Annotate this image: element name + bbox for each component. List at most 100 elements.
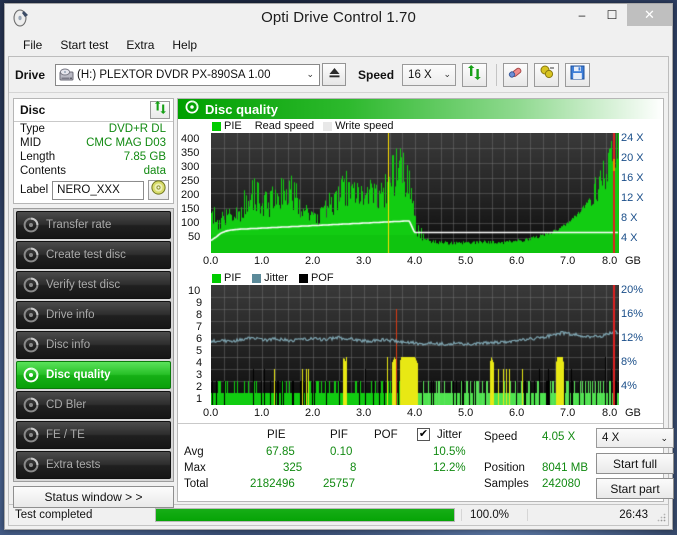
pif-plot-area[interactable] — [211, 285, 619, 405]
disc-key: Type — [20, 123, 45, 135]
save-button[interactable] — [565, 62, 591, 87]
sidebar-item-extra-tests[interactable]: Extra tests — [16, 451, 171, 479]
y-tick: 4 — [196, 357, 203, 369]
x-tick: 6.0 — [509, 255, 525, 267]
chevron-down-icon: ⌄ — [660, 432, 668, 443]
drive-icon — [59, 68, 74, 82]
jitter-checkbox[interactable]: ✔ — [417, 428, 430, 441]
stats-row-label: Max — [184, 462, 206, 474]
y-tick: 250 — [181, 175, 200, 187]
y2-tick: 4 X — [621, 232, 638, 244]
y-tick: 9 — [196, 297, 203, 309]
sidebar-item-disc-quality[interactable]: Disc quality — [16, 361, 171, 389]
y-tick: 350 — [181, 147, 200, 159]
disc-row-contents: Contents data — [14, 164, 173, 178]
y2-tick: 16% — [621, 308, 644, 320]
sidebar-item-verify-test-disc[interactable]: Verify test disc — [16, 271, 171, 299]
y2-tick: 12 X — [621, 192, 644, 204]
settings-button[interactable] — [534, 62, 560, 87]
y2-tick: 4% — [621, 380, 637, 392]
eject-button[interactable] — [322, 63, 347, 86]
close-button[interactable]: ✕ — [627, 4, 672, 26]
y2-tick: 24 X — [621, 132, 644, 144]
menu-bar: File Start test Extra Help — [5, 34, 672, 56]
legend-label: Write speed — [335, 120, 394, 132]
pie-chart-legend: PIE Read speed Write speed — [212, 120, 394, 132]
info-label-samples: Samples — [484, 478, 529, 490]
legend-item-write-speed: Write speed — [323, 120, 394, 132]
x-tick: 7.0 — [560, 255, 576, 267]
disc-label-input[interactable]: NERO_XXX — [52, 180, 144, 200]
legend-item-read-speed: Read speed — [255, 120, 314, 132]
legend-label: Jitter — [264, 272, 288, 284]
maximize-button[interactable]: ☐ — [597, 4, 627, 26]
test-speed-select[interactable]: 4 X ⌄ — [596, 428, 674, 448]
stats-total-pif: 25757 — [323, 478, 355, 490]
refresh-icon — [467, 64, 482, 85]
legend-swatch — [323, 121, 333, 131]
info-value-speed: 4.05 X — [542, 431, 576, 443]
legend-item-jitter: Jitter — [252, 272, 288, 284]
sidebar-item-fe-te[interactable]: FE / TE — [16, 421, 171, 449]
disc-label-key: Label — [20, 184, 49, 196]
drive-label: Drive — [15, 67, 46, 82]
main-split: Disc Type DVD+R DL MID CMC MAG D03 Lengt… — [9, 94, 674, 508]
sidebar-item-transfer-rate[interactable]: Transfer rate — [16, 211, 171, 239]
disc-label-row: Label NERO_XXX — [14, 178, 173, 203]
start-full-button[interactable]: Start full — [596, 453, 674, 474]
x-tick: 0.0 — [203, 255, 219, 267]
resize-grip-icon[interactable] — [656, 512, 666, 522]
legend-label: Read speed — [254, 120, 315, 132]
legend-item-pie: PIE — [212, 120, 242, 132]
statistics-panel: PIE PIF POF ✔ Jitter Avg 67.85 0.10 10.5… — [178, 423, 674, 501]
sidebar-item-label: FE / TE — [46, 429, 85, 441]
y-tick: 10 — [188, 285, 201, 297]
sidebar-item-create-test-disc[interactable]: Create test disc — [16, 241, 171, 269]
y2-tick: 20% — [621, 284, 644, 296]
speed-select[interactable]: 16 X ⌄ — [402, 63, 457, 86]
sidebar-item-cd-bler[interactable]: CD Bler — [16, 391, 171, 419]
sidebar-item-disc-info[interactable]: Disc info — [16, 331, 171, 359]
y-tick: 400 — [181, 133, 200, 145]
pif-chart: PIF Jitter POF 10 9 8 7 6 5 4 3 2 1 20% … — [178, 271, 663, 429]
stats-col-pif: PIF — [330, 429, 348, 441]
y-tick: 1 — [196, 393, 203, 405]
drive-select[interactable]: (H:) PLEXTOR DVDR PX-890SA 1.00 ⌄ — [55, 63, 321, 86]
disc-info-header: Disc — [14, 99, 173, 122]
disc-info-title: Disc — [20, 103, 46, 117]
menu-start-test[interactable]: Start test — [51, 36, 117, 54]
legend-swatch — [212, 121, 221, 131]
legend-swatch — [252, 273, 262, 283]
progress-fill — [156, 509, 454, 521]
erase-button[interactable] — [503, 62, 529, 87]
status-window-button[interactable]: Status window > > — [13, 486, 174, 508]
stats-col-jitter: Jitter — [437, 429, 462, 441]
menu-file[interactable]: File — [14, 36, 51, 54]
y2-tick: 16 X — [621, 172, 644, 184]
x-axis-unit: GB — [625, 407, 641, 419]
minimize-button[interactable]: – — [567, 4, 597, 26]
x-tick: 2.0 — [305, 255, 321, 267]
y-tick: 6 — [196, 333, 203, 345]
pie-chart: PIE Read speed Write speed 400 350 300 2… — [178, 119, 663, 271]
disc-label-button[interactable] — [148, 180, 169, 200]
disc-icon — [23, 247, 39, 263]
drive-select-value: (H:) PLEXTOR DVDR PX-890SA 1.00 — [77, 68, 271, 81]
disc-key: Length — [20, 151, 56, 163]
save-icon — [570, 65, 585, 85]
y2-tick: 20 X — [621, 152, 644, 164]
disc-icon — [23, 217, 39, 233]
cd-disc-icon — [151, 180, 166, 200]
plug-icon — [539, 64, 555, 85]
disc-value: DVD+R DL — [108, 123, 166, 135]
pie-plot-area[interactable] — [211, 133, 619, 253]
disc-icon — [23, 277, 39, 293]
sidebar-item-drive-info[interactable]: Drive info — [16, 301, 171, 329]
refresh-button[interactable] — [462, 62, 488, 87]
menu-extra[interactable]: Extra — [117, 36, 163, 54]
menu-help[interactable]: Help — [163, 36, 206, 54]
disc-refresh-button[interactable] — [150, 101, 170, 119]
start-part-button[interactable]: Start part — [596, 478, 674, 499]
disc-key: Contents — [20, 165, 67, 177]
disc-info-box: Disc Type DVD+R DL MID CMC MAG D03 Lengt… — [13, 98, 174, 204]
